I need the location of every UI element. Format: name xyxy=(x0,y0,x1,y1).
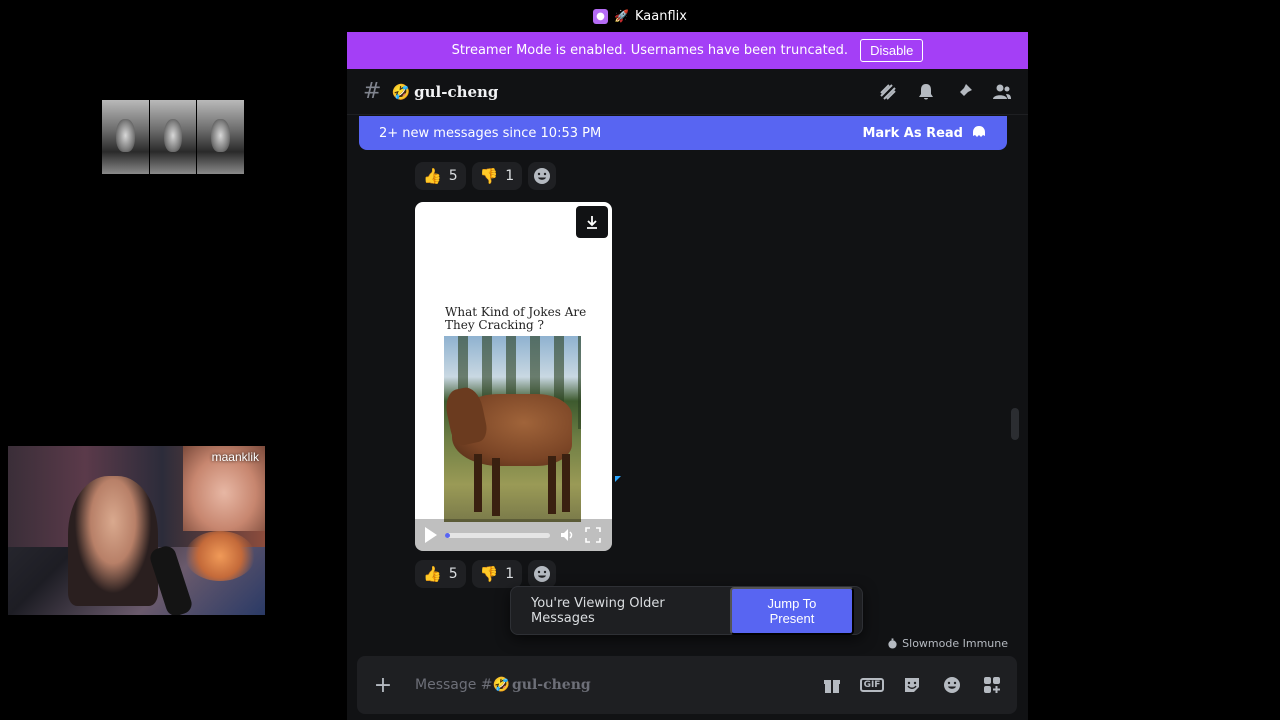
play-icon[interactable] xyxy=(425,527,437,543)
thumbs-up-icon: 👍 xyxy=(423,167,442,185)
smiley-icon xyxy=(534,566,551,582)
volume-icon[interactable] xyxy=(558,526,576,544)
new-messages-bar[interactable]: 2+ new messages since 10:53 PM Mark As R… xyxy=(359,116,1007,150)
reaction-count: 5 xyxy=(448,566,458,582)
gif-label: GIF xyxy=(859,678,885,692)
reaction-count: 5 xyxy=(448,168,458,184)
older-messages-text: You're Viewing Older Messages xyxy=(531,595,665,626)
overlay-photo xyxy=(102,100,149,174)
composer-tools: GIF xyxy=(821,674,1003,696)
reaction-thumbs-down[interactable]: 👎 1 xyxy=(471,560,523,588)
emoji-icon[interactable] xyxy=(941,674,963,696)
overlay-photo xyxy=(197,100,245,174)
channel-emoji: 🤣 xyxy=(391,82,411,101)
message-input-prefix: Message # xyxy=(415,677,493,693)
video-frame xyxy=(444,336,581,522)
stopwatch-icon xyxy=(888,638,897,649)
message-input[interactable]: Message # 🤣 gul-cheng xyxy=(415,677,821,693)
gif-icon[interactable]: GIF xyxy=(859,674,885,696)
video-caption: What Kind of Jokes Are They Cracking ? xyxy=(445,305,587,332)
reaction-thumbs-up[interactable]: 👍 5 xyxy=(415,162,466,190)
mark-as-read-button[interactable]: Mark As Read xyxy=(862,125,987,141)
thumbs-down-icon: 👎 xyxy=(479,167,499,185)
mark-read-icon xyxy=(973,126,985,137)
app-icon: ● xyxy=(593,8,609,24)
streamer xyxy=(68,476,158,606)
smiley-icon xyxy=(534,168,551,184)
sticker-icon[interactable] xyxy=(901,674,923,696)
window-title: Kaanflix xyxy=(635,8,687,24)
new-messages-text: 2+ new messages since 10:53 PM xyxy=(379,125,602,141)
threads-icon[interactable] xyxy=(878,82,898,102)
title-bar: ● 🚀 Kaanflix xyxy=(0,0,1280,32)
slowmode-text: Slowmode Immune xyxy=(902,637,1008,650)
overlay-photo-strip xyxy=(102,100,245,174)
slowmode-indicator: Slowmode Immune xyxy=(887,637,1008,650)
chat-scrollbar[interactable] xyxy=(1011,408,1019,440)
thumbs-down-icon: 👎 xyxy=(479,565,499,583)
message-composer[interactable]: + Message # 🤣 gul-cheng GIF xyxy=(357,656,1017,714)
upload-plus-icon[interactable]: + xyxy=(371,673,395,698)
message-input-emoji: 🤣 xyxy=(492,677,510,693)
older-messages-toast: You're Viewing Older Messages Jump To Pr… xyxy=(510,586,863,635)
fullscreen-icon[interactable] xyxy=(584,526,602,544)
download-button[interactable] xyxy=(576,206,608,238)
webcam-inset-label: maanklik xyxy=(211,450,259,464)
streamer-mode-text: Streamer Mode is enabled. Usernames have… xyxy=(451,43,849,58)
notification-bell-icon[interactable] xyxy=(916,82,936,102)
mouse-cursor xyxy=(615,476,621,482)
jump-to-present-button[interactable]: Jump To Present xyxy=(729,586,854,635)
discord-window: Streamer Mode is enabled. Usernames have… xyxy=(347,32,1028,720)
channel-name: gul-cheng xyxy=(414,82,499,101)
video-attachment[interactable]: What Kind of Jokes Are They Cracking ? xyxy=(415,202,612,551)
channel-hash-icon: # xyxy=(363,79,382,104)
reactions-row-bottom: 👍 5 👎 1 xyxy=(415,560,557,588)
video-progress-fill xyxy=(445,532,451,538)
reactions-row-top: 👍 5 👎 1 xyxy=(415,162,557,190)
member-list-icon[interactable] xyxy=(992,82,1012,102)
download-icon xyxy=(587,216,597,229)
disable-streamer-mode-button[interactable]: Disable xyxy=(860,39,924,62)
add-reaction-button[interactable] xyxy=(528,560,557,588)
mark-as-read-label: Mark As Read xyxy=(862,125,963,141)
streamer-mode-banner: Streamer Mode is enabled. Usernames have… xyxy=(347,32,1028,69)
channel-header: # 🤣 gul-cheng xyxy=(347,69,1028,115)
add-reaction-button[interactable] xyxy=(528,162,557,190)
video-controls xyxy=(415,519,612,551)
webcam-feed: maanklik xyxy=(8,446,265,615)
gift-icon[interactable] xyxy=(821,674,843,696)
reaction-thumbs-down[interactable]: 👎 1 xyxy=(471,162,523,190)
overlay-photo xyxy=(149,100,197,174)
pin-icon[interactable] xyxy=(954,82,974,102)
reaction-count: 1 xyxy=(505,168,515,184)
header-toolbar xyxy=(878,69,1012,115)
video-progress-track[interactable] xyxy=(445,532,550,538)
message-input-channel: gul-cheng xyxy=(511,677,591,693)
rocket-icon: 🚀 xyxy=(614,9,629,23)
reaction-thumbs-up[interactable]: 👍 5 xyxy=(415,560,466,588)
apps-icon[interactable] xyxy=(981,674,1003,696)
thumbs-up-icon: 👍 xyxy=(423,565,442,583)
reaction-count: 1 xyxy=(505,566,515,582)
